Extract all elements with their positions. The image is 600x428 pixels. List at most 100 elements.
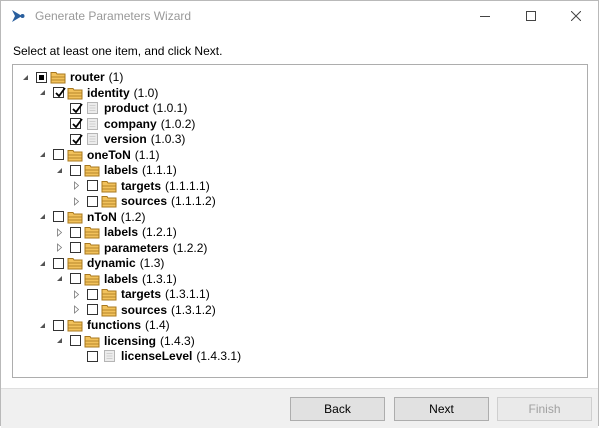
node-folder-icon — [101, 303, 117, 317]
checkbox-unchecked[interactable] — [70, 335, 81, 346]
next-button[interactable]: Next — [394, 397, 489, 421]
tree-item-id: (1.4.3.1) — [196, 349, 242, 363]
checkbox-unchecked[interactable] — [87, 288, 98, 300]
tree-item-label: labels — [104, 271, 139, 286]
tree-item-label: parameters — [104, 240, 169, 255]
node-folder-icon — [84, 272, 100, 286]
tree-item-label: targets — [121, 178, 162, 193]
checkbox-unchecked[interactable] — [70, 273, 81, 284]
expanded-arrow-icon[interactable] — [55, 336, 64, 345]
tree-item-labels[interactable]: labels (1.3.1) — [55, 271, 177, 287]
expanded-arrow-icon[interactable] — [55, 274, 64, 283]
app-logo-icon — [10, 8, 26, 24]
instruction-text: Select at least one item, and click Next… — [13, 44, 223, 58]
node-folder-icon — [84, 225, 100, 239]
tree-item-router[interactable]: router (1) — [21, 69, 123, 85]
expanded-arrow-icon[interactable] — [21, 73, 30, 82]
button-bar: Back Next Finish — [1, 388, 598, 428]
checkbox-unchecked[interactable] — [53, 211, 64, 222]
collapsed-arrow-icon[interactable] — [55, 227, 64, 237]
expanded-arrow-icon[interactable] — [38, 150, 47, 159]
checkbox-unchecked[interactable] — [87, 350, 98, 362]
expanded-arrow-icon[interactable] — [38, 88, 47, 97]
checkbox-unchecked[interactable] — [70, 226, 81, 238]
collapsed-arrow-icon[interactable] — [55, 243, 64, 252]
tree-item-functions[interactable]: functions (1.4) — [38, 317, 170, 333]
expanded-arrow-icon[interactable] — [55, 166, 64, 175]
tree-item-labels[interactable]: labels (1.2.1) — [55, 224, 177, 240]
tree-item-identity[interactable]: identity (1.0) — [38, 85, 158, 101]
tree-item-id: (1.4.3) — [160, 333, 195, 348]
checkbox-unchecked[interactable] — [87, 304, 98, 315]
collapsed-arrow-icon[interactable] — [72, 289, 81, 299]
minimize-button[interactable] — [462, 1, 508, 31]
tree-item-parameters[interactable]: parameters (1.2.2) — [55, 240, 207, 256]
checkbox-unchecked[interactable] — [70, 242, 81, 253]
checkbox-partial[interactable] — [36, 71, 47, 83]
tree-item-id: (1) — [108, 70, 124, 84]
wizard-window: Generate Parameters Wizard Select at lea… — [0, 0, 599, 428]
window-title: Generate Parameters Wizard — [35, 9, 192, 23]
tree-item-id: (1.2) — [120, 209, 146, 224]
checkbox-unchecked[interactable] — [53, 319, 64, 331]
node-folder-icon — [101, 287, 117, 301]
tree-item-sources[interactable]: sources (1.1.1.2) — [72, 193, 216, 209]
tree-item-sources[interactable]: sources (1.3.1.2) — [72, 302, 216, 318]
tree-item-nToN[interactable]: nToN (1.2) — [38, 209, 145, 225]
parameter-tree[interactable]: router (1) identity (1.0) product (1.0.1) comp… — [12, 64, 588, 378]
checkbox-unchecked[interactable] — [53, 257, 64, 269]
node-folder-icon — [84, 334, 100, 348]
tree-item-id: (1.1.1.2) — [171, 194, 216, 208]
checkbox-checked[interactable] — [70, 118, 83, 129]
tree-item-label: version — [104, 132, 147, 146]
tree-item-label: labels — [104, 163, 139, 177]
tree-item-label: targets — [121, 287, 162, 301]
checkbox-checked[interactable] — [70, 102, 83, 114]
checkbox-checked[interactable] — [70, 133, 83, 145]
finish-button[interactable]: Finish — [497, 397, 592, 421]
tree-item-targets[interactable]: targets (1.1.1.1) — [72, 178, 210, 194]
tree-item-dynamic[interactable]: dynamic (1.3) — [38, 255, 164, 271]
tree-item-label: company — [104, 116, 157, 131]
tree-item-label: router — [70, 70, 105, 84]
tree-item-product[interactable]: product (1.0.1) — [55, 100, 187, 116]
tree-item-version[interactable]: version (1.0.3) — [55, 131, 185, 147]
tree-item-targets[interactable]: targets (1.3.1.1) — [72, 286, 210, 302]
checkbox-unchecked[interactable] — [70, 164, 81, 176]
tree-item-id: (1.4) — [145, 318, 170, 332]
close-icon — [571, 11, 581, 21]
collapsed-arrow-icon[interactable] — [72, 196, 81, 206]
expanded-arrow-icon[interactable] — [38, 321, 47, 330]
tree-item-label: nToN — [87, 209, 117, 224]
collapsed-arrow-icon[interactable] — [72, 305, 81, 314]
expanded-arrow-icon[interactable] — [38, 259, 47, 268]
minimize-icon — [480, 16, 490, 17]
tree-item-licensing[interactable]: licensing (1.4.3) — [55, 333, 195, 349]
tree-item-id: (1.1) — [134, 147, 160, 162]
back-button[interactable]: Back — [290, 397, 385, 421]
node-folder-icon — [84, 241, 100, 255]
tree-item-label: sources — [121, 194, 168, 208]
checkbox-unchecked[interactable] — [87, 195, 98, 207]
node-folder-icon — [50, 70, 66, 84]
tree-item-licenseLevel[interactable]: licenseLevel (1.4.3.1) — [72, 348, 241, 364]
maximize-button[interactable] — [508, 1, 554, 31]
tree-item-company[interactable]: company (1.0.2) — [55, 116, 195, 132]
tree-item-oneToN[interactable]: oneToN (1.1) — [38, 147, 159, 163]
tree-item-id: (1.2.2) — [172, 240, 208, 255]
tree-item-id: (1.0) — [133, 85, 159, 100]
checkbox-checked[interactable] — [53, 87, 66, 98]
tree-item-labels[interactable]: labels (1.1.1) — [55, 162, 177, 178]
close-button[interactable] — [553, 1, 599, 31]
tree-item-label: product — [104, 101, 149, 115]
checkbox-unchecked[interactable] — [53, 149, 64, 160]
checkbox-unchecked[interactable] — [87, 180, 98, 191]
expanded-arrow-icon[interactable] — [38, 212, 47, 221]
collapsed-arrow-icon[interactable] — [72, 181, 81, 190]
title-bar: Generate Parameters Wizard — [1, 1, 598, 31]
node-folder-icon — [67, 210, 83, 224]
